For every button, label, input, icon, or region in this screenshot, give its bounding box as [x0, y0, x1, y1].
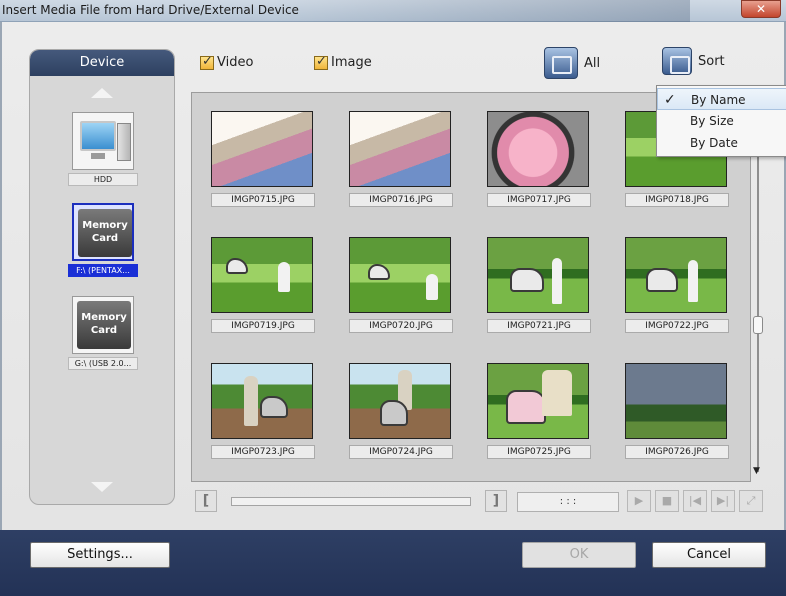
video-label: Video: [217, 55, 254, 70]
thumbnail-item[interactable]: IMGP0716.JPG: [349, 111, 453, 207]
thumbnail-caption: IMGP0723.JPG: [211, 445, 315, 459]
mark-in-button[interactable]: [: [195, 490, 217, 512]
sort-menu: ✓ By Name By Size By Date: [656, 85, 786, 157]
thumbnail-caption: IMGP0722.JPG: [625, 319, 729, 333]
photo-thumbnail: [349, 363, 451, 439]
thumbnail-item[interactable]: IMGP0726.JPG: [625, 363, 729, 459]
thumbnail-caption: IMGP0715.JPG: [211, 193, 315, 207]
thumbnail-caption: IMGP0720.JPG: [349, 319, 453, 333]
photo-thumbnail: [487, 237, 589, 313]
video-filter[interactable]: Video: [200, 54, 254, 70]
mark-out-button[interactable]: ]: [485, 490, 507, 512]
cancel-button[interactable]: Cancel: [652, 542, 766, 568]
thumbnail-item[interactable]: IMGP0725.JPG: [487, 363, 591, 459]
fullscreen-button[interactable]: ⤢: [739, 490, 763, 512]
image-label: Image: [331, 55, 372, 70]
scrollbar-handle[interactable]: [753, 316, 763, 334]
memory-card-icon: Memory Card: [72, 203, 134, 261]
thumbnail-item[interactable]: IMGP0717.JPG: [487, 111, 591, 207]
all-button[interactable]: All: [544, 47, 600, 79]
photo-thumbnail: [625, 237, 727, 313]
thumbnail-caption: IMGP0716.JPG: [349, 193, 453, 207]
thumbnail-caption: IMGP0725.JPG: [487, 445, 591, 459]
thumbnail-item[interactable]: IMGP0723.JPG: [211, 363, 315, 459]
device-label: HDD: [68, 173, 138, 186]
photo-thumbnail: [211, 363, 313, 439]
hdd-icon: [72, 112, 134, 170]
image-checkbox[interactable]: [314, 54, 328, 70]
check-icon: ✓: [664, 92, 676, 108]
title-bar: Insert Media File from Hard Drive/Extern…: [0, 0, 786, 22]
title-bar-background: [270, 0, 690, 22]
sort-by-size-item[interactable]: By Size: [657, 110, 786, 132]
image-filter[interactable]: Image: [314, 54, 372, 70]
photo-thumbnail: [211, 237, 313, 313]
thumbnail-item[interactable]: IMGP0724.JPG: [349, 363, 453, 459]
thumbnail-caption: IMGP0721.JPG: [487, 319, 591, 333]
device-label: F:\ (PENTAX...: [68, 264, 138, 277]
sort-button[interactable]: Sort: [662, 47, 725, 75]
all-label: All: [584, 55, 601, 71]
device-item-hdd[interactable]: HDD: [68, 112, 138, 186]
thumbnail-caption: IMGP0719.JPG: [211, 319, 315, 333]
photo-thumbnail: [625, 363, 727, 439]
playback-progress-bar[interactable]: [231, 497, 471, 506]
thumbnail-item[interactable]: IMGP0715.JPG: [211, 111, 315, 207]
sort-icon: [662, 47, 692, 75]
photo-thumbnail: [349, 237, 451, 313]
sort-by-date-item[interactable]: By Date: [657, 132, 786, 154]
sort-by-size-label: By Size: [690, 114, 734, 128]
sort-by-name-item[interactable]: ✓ By Name: [657, 88, 786, 110]
device-item-g-drive[interactable]: Memory Card G:\ (USB 2.0...: [68, 296, 138, 370]
device-panel-header: Device: [30, 50, 174, 76]
photo-thumbnail: [211, 111, 313, 187]
scroll-down-arrow-icon[interactable]: [91, 482, 113, 492]
thumbnail-item[interactable]: IMGP0720.JPG: [349, 237, 453, 333]
photo-thumbnail: [487, 363, 589, 439]
memory-card-icon-text: Memory Card: [81, 312, 127, 336]
media-library-icon: [544, 47, 578, 79]
scroll-down-icon[interactable]: ▼: [753, 466, 760, 476]
next-frame-button[interactable]: ▶|: [711, 490, 735, 512]
video-checkbox[interactable]: [200, 54, 214, 70]
thumbnail-item[interactable]: IMGP0721.JPG: [487, 237, 591, 333]
memory-card-icon-text: Memory Card: [82, 220, 128, 244]
settings-button[interactable]: Settings...: [30, 542, 170, 568]
ok-button[interactable]: OK: [522, 542, 636, 568]
thumbnail-item[interactable]: IMGP0722.JPG: [625, 237, 729, 333]
timecode-display: : : :: [517, 492, 619, 512]
photo-thumbnail: [349, 111, 451, 187]
memory-card-icon: Memory Card: [72, 296, 134, 354]
thumbnail-caption: IMGP0726.JPG: [625, 445, 729, 459]
play-button[interactable]: ▶: [627, 490, 651, 512]
sort-by-date-label: By Date: [690, 136, 738, 150]
stop-button[interactable]: ■: [655, 490, 679, 512]
device-panel: Device HDD Memory Card F:\ (PENTAX... Me…: [29, 49, 175, 505]
dialog-body: Device HDD Memory Card F:\ (PENTAX... Me…: [0, 22, 786, 530]
previous-frame-button[interactable]: |◀: [683, 490, 707, 512]
sort-by-name-label: By Name: [691, 93, 746, 107]
window-title: Insert Media File from Hard Drive/Extern…: [2, 3, 299, 17]
thumbnail-caption: IMGP0718.JPG: [625, 193, 729, 207]
close-button[interactable]: ✕: [741, 0, 781, 18]
sort-label: Sort: [698, 53, 725, 69]
device-item-f-drive[interactable]: Memory Card F:\ (PENTAX...: [68, 203, 138, 277]
thumbnail-caption: IMGP0724.JPG: [349, 445, 453, 459]
dialog-footer: Settings... OK Cancel: [0, 530, 786, 596]
photo-thumbnail: [487, 111, 589, 187]
thumbnail-item[interactable]: IMGP0719.JPG: [211, 237, 315, 333]
thumbnail-caption: IMGP0717.JPG: [487, 193, 591, 207]
scroll-up-arrow-icon[interactable]: [91, 88, 113, 98]
device-label: G:\ (USB 2.0...: [68, 357, 138, 370]
playback-controls: [ ] : : : ▶ ■ |◀ ▶| ⤢: [191, 488, 766, 514]
